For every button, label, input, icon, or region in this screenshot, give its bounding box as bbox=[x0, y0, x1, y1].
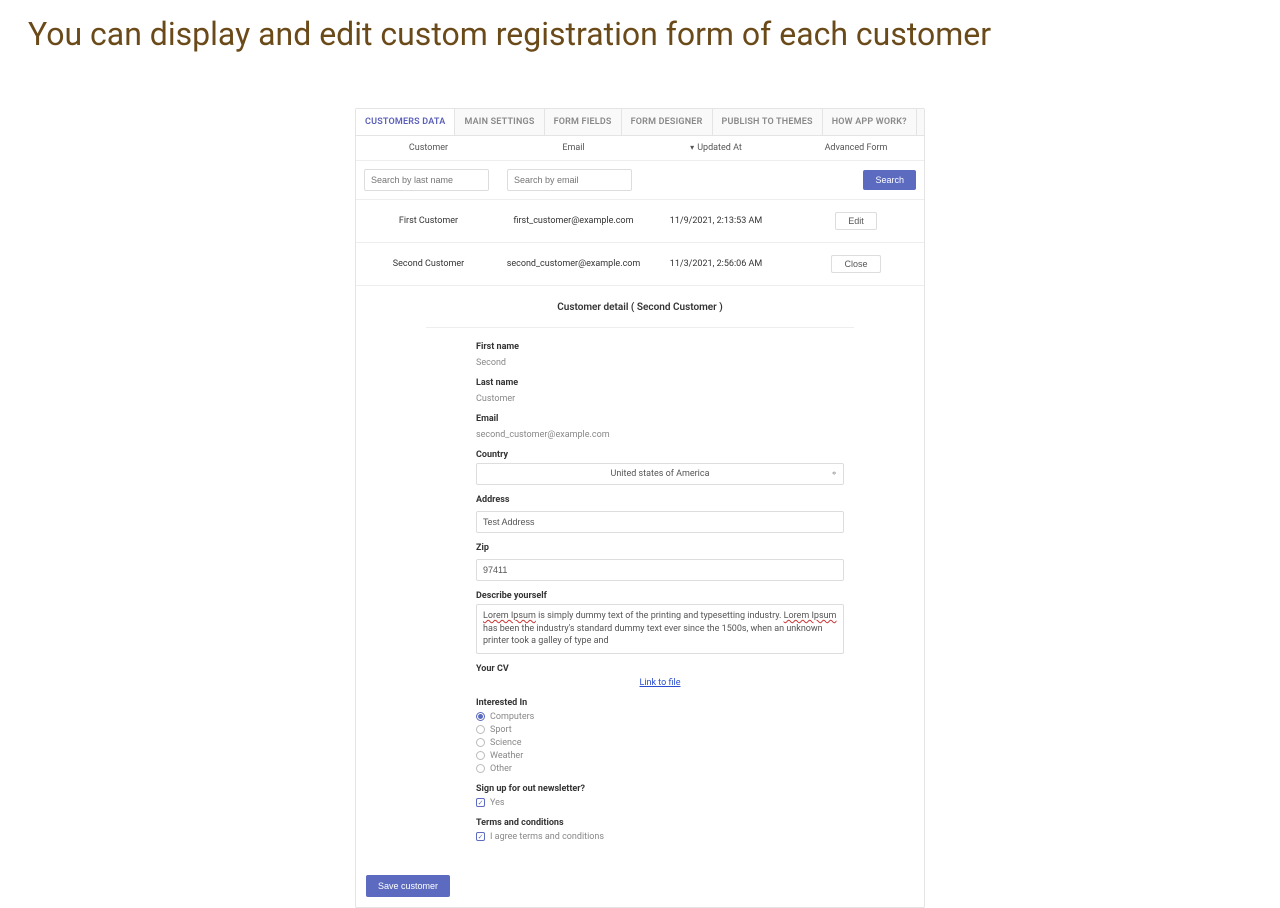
field-first-name: First name Second bbox=[426, 342, 854, 368]
tabs: CUSTOMERS DATA MAIN SETTINGS FORM FIELDS… bbox=[356, 109, 924, 136]
col-updated-label: Updated At bbox=[697, 143, 742, 153]
cv-link[interactable]: Link to file bbox=[476, 678, 844, 688]
search-lastname-input[interactable] bbox=[364, 169, 489, 191]
col-email[interactable]: Email bbox=[501, 143, 646, 153]
radio-sport[interactable]: Sport bbox=[476, 725, 844, 735]
radio-weather[interactable]: Weather bbox=[476, 751, 844, 761]
tab-customers-data[interactable]: CUSTOMERS DATA bbox=[356, 109, 455, 135]
detail-title: Customer detail ( Second Customer ) bbox=[426, 296, 854, 328]
address-input[interactable] bbox=[476, 511, 844, 533]
tab-form-fields[interactable]: FORM FIELDS bbox=[545, 109, 622, 135]
field-describe: Describe yourself Lorem Ipsum is simply … bbox=[426, 591, 854, 654]
page-title: You can display and edit custom registra… bbox=[0, 0, 1280, 73]
tab-publish-to-themes[interactable]: PUBLISH TO THEMES bbox=[713, 109, 823, 135]
cell-email: first_customer@example.com bbox=[501, 216, 646, 226]
table-row: First Customer first_customer@example.co… bbox=[356, 200, 924, 243]
email-label: Email bbox=[476, 414, 844, 424]
zip-input[interactable] bbox=[476, 559, 844, 581]
newsletter-checkbox[interactable]: ✓ Yes bbox=[476, 798, 844, 808]
col-customer[interactable]: Customer bbox=[356, 143, 501, 153]
field-cv: Your CV Link to file bbox=[426, 664, 854, 688]
radio-label: Other bbox=[490, 764, 512, 774]
radio-label: Weather bbox=[490, 751, 523, 761]
customer-detail: Customer detail ( Second Customer ) Firs… bbox=[356, 286, 924, 867]
radio-science[interactable]: Science bbox=[476, 738, 844, 748]
field-zip: Zip bbox=[426, 543, 854, 581]
terms-checkbox[interactable]: ✓ I agree terms and conditions bbox=[476, 832, 844, 842]
check-label: I agree terms and conditions bbox=[490, 832, 604, 842]
field-country: Country United states of America bbox=[426, 450, 854, 485]
field-address: Address bbox=[426, 495, 854, 533]
radio-label: Science bbox=[490, 738, 521, 748]
radio-label: Sport bbox=[490, 725, 512, 735]
field-newsletter: Sign up for out newsletter? ✓ Yes bbox=[426, 784, 854, 808]
sort-desc-icon: ▾ bbox=[690, 143, 694, 152]
country-label: Country bbox=[476, 450, 844, 460]
last-name-value: Customer bbox=[476, 394, 515, 404]
describe-text: has been the industry's standard dummy t… bbox=[483, 624, 823, 647]
radio-icon bbox=[476, 751, 485, 760]
describe-textarea[interactable]: Lorem Ipsum is simply dummy text of the … bbox=[476, 604, 844, 654]
check-icon: ✓ bbox=[476, 832, 485, 841]
field-interested: Interested In Computers Sport Science We… bbox=[426, 698, 854, 774]
interested-radio-group: Computers Sport Science Weather Other bbox=[476, 712, 844, 774]
col-advanced-form: Advanced Form bbox=[786, 143, 926, 153]
first-name-value: Second bbox=[476, 358, 506, 368]
email-value: second_customer@example.com bbox=[476, 430, 610, 440]
newsletter-label: Sign up for out newsletter? bbox=[476, 784, 844, 794]
tab-how-app-work[interactable]: HOW APP WORK? bbox=[823, 109, 917, 135]
cell-updated: 11/3/2021, 2:56:06 AM bbox=[646, 259, 786, 269]
cv-label: Your CV bbox=[476, 664, 844, 674]
radio-computers[interactable]: Computers bbox=[476, 712, 844, 722]
search-button[interactable]: Search bbox=[863, 170, 916, 190]
edit-button[interactable]: Edit bbox=[835, 212, 877, 230]
radio-label: Computers bbox=[490, 712, 534, 722]
table-row: Second Customer second_customer@example.… bbox=[356, 243, 924, 286]
filter-row: Search bbox=[356, 160, 924, 200]
radio-other[interactable]: Other bbox=[476, 764, 844, 774]
cell-customer: First Customer bbox=[356, 216, 501, 226]
col-updated-at[interactable]: ▾Updated At bbox=[646, 143, 786, 153]
radio-icon bbox=[476, 725, 485, 734]
save-customer-button[interactable]: Save customer bbox=[366, 875, 450, 897]
last-name-label: Last name bbox=[476, 378, 844, 388]
radio-icon bbox=[476, 764, 485, 773]
cell-customer: Second Customer bbox=[356, 259, 501, 269]
zip-label: Zip bbox=[476, 543, 844, 553]
tab-form-designer[interactable]: FORM DESIGNER bbox=[622, 109, 713, 135]
field-terms: Terms and conditions ✓ I agree terms and … bbox=[426, 818, 854, 842]
tab-main-settings[interactable]: MAIN SETTINGS bbox=[455, 109, 544, 135]
describe-text: is simply dummy text of the printing and… bbox=[536, 611, 784, 621]
check-label: Yes bbox=[490, 798, 505, 808]
describe-text: Lorem Ipsum bbox=[483, 611, 536, 621]
check-icon: ✓ bbox=[476, 798, 485, 807]
close-button[interactable]: Close bbox=[831, 255, 880, 273]
field-email: Email second_customer@example.com bbox=[426, 414, 854, 440]
app-container: CUSTOMERS DATA MAIN SETTINGS FORM FIELDS… bbox=[355, 108, 925, 908]
address-label: Address bbox=[476, 495, 844, 505]
terms-label: Terms and conditions bbox=[476, 818, 844, 828]
cell-email: second_customer@example.com bbox=[501, 259, 646, 269]
search-email-input[interactable] bbox=[507, 169, 632, 191]
describe-text: Lorem Ipsum bbox=[784, 611, 837, 621]
country-select[interactable]: United states of America bbox=[476, 463, 844, 485]
cell-updated: 11/9/2021, 2:13:53 AM bbox=[646, 216, 786, 226]
field-last-name: Last name Customer bbox=[426, 378, 854, 404]
describe-label: Describe yourself bbox=[476, 591, 844, 601]
first-name-label: First name bbox=[476, 342, 844, 352]
radio-icon bbox=[476, 738, 485, 747]
table-header: Customer Email ▾Updated At Advanced Form bbox=[356, 136, 924, 160]
interested-label: Interested In bbox=[476, 698, 844, 708]
